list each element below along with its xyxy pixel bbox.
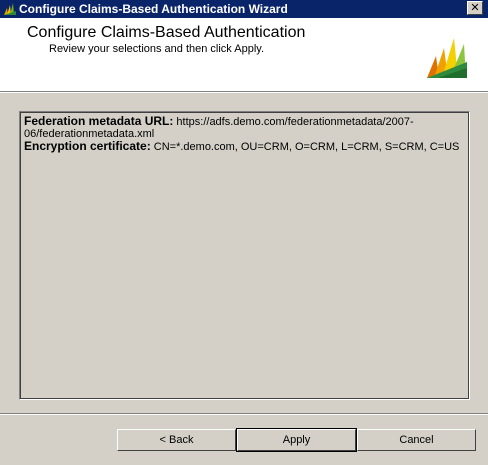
page-subtitle: Review your selections and then click Ap… [49, 43, 265, 55]
page-title: Configure Claims-Based Authentication [27, 24, 306, 41]
wizard-header: Configure Claims-Based Authentication Re… [0, 18, 488, 92]
summary-label: Encryption certificate: [24, 139, 151, 153]
header-separator [0, 92, 488, 93]
close-icon: ✕ [470, 2, 480, 14]
summary-label: Federation metadata URL: [24, 114, 174, 128]
summary-box[interactable]: Federation metadata URL: https://adfs.de… [19, 111, 470, 400]
app-logo-icon [4, 3, 16, 15]
title-bar[interactable]: Configure Claims-Based Authentication Wi… [0, 0, 488, 18]
button-bar-divider [0, 413, 488, 415]
summary-row-encryption-certificate: Encryption certificate: CN=*.demo.com, O… [24, 140, 465, 153]
summary-row-federation-url: Federation metadata URL: https://adfs.de… [24, 115, 465, 140]
cancel-button[interactable]: Cancel [357, 429, 476, 451]
close-button[interactable]: ✕ [467, 1, 483, 15]
summary-value: CN=*.demo.com, OU=CRM, O=CRM, L=CRM, S=C… [153, 141, 460, 153]
back-button[interactable]: < Back [117, 429, 236, 451]
apply-button[interactable]: Apply [236, 428, 357, 452]
wizard-window: Configure Claims-Based Authentication Wi… [0, 0, 488, 465]
dynamics-crm-logo-icon [427, 38, 467, 78]
window-title: Configure Claims-Based Authentication Wi… [19, 2, 288, 16]
